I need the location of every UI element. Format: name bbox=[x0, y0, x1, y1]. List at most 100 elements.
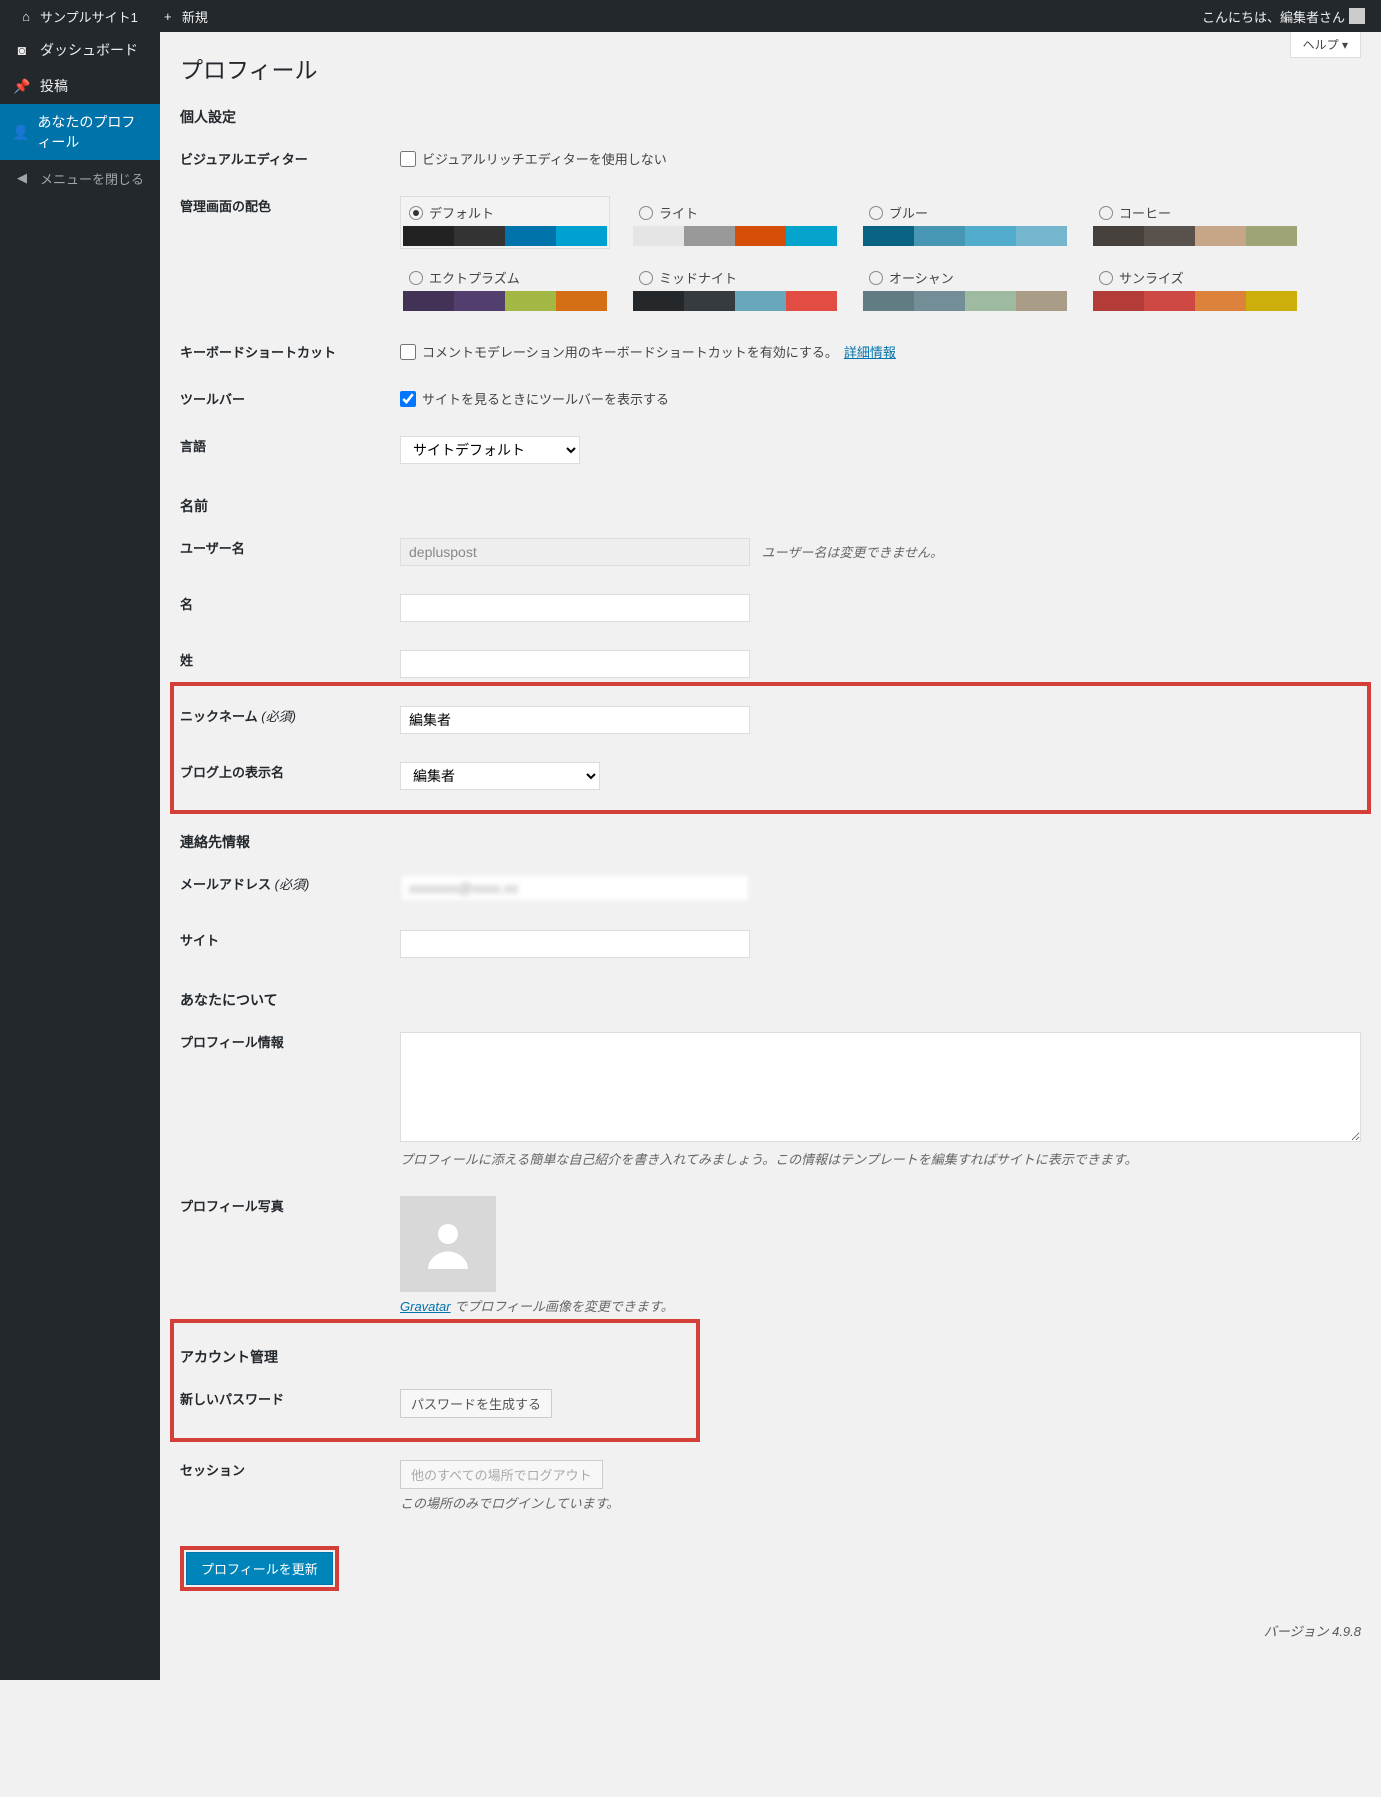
label-display-name: ブログ上の表示名 bbox=[180, 762, 400, 781]
bio-desc: プロフィールに添える簡単な自己紹介を書き入れてみましょう。この情報はテンプレート… bbox=[400, 1149, 1361, 1168]
label-nickname: ニックネーム (必須) bbox=[180, 706, 400, 725]
label-color-scheme: 管理画面の配色 bbox=[180, 196, 400, 215]
color-scheme-option[interactable]: コーヒー bbox=[1090, 196, 1300, 249]
label-language: 言語 bbox=[180, 436, 400, 455]
sessions-desc: この場所のみでログインしています。 bbox=[400, 1493, 1361, 1512]
visual-editor-check-label: ビジュアルリッチエディターを使用しない bbox=[422, 149, 667, 168]
photo-desc: でプロフィール画像を変更できます。 bbox=[451, 1299, 674, 1314]
scheme-label: デフォルト bbox=[429, 203, 494, 222]
color-scheme-option[interactable]: デフォルト bbox=[400, 196, 610, 249]
color-scheme-option[interactable]: ライト bbox=[630, 196, 840, 249]
color-swatch bbox=[863, 226, 1067, 246]
language-select[interactable]: サイトデフォルト bbox=[400, 436, 580, 464]
profile-avatar bbox=[400, 1196, 496, 1292]
home-icon: ⌂ bbox=[16, 6, 36, 26]
username-desc: ユーザー名は変更できません。 bbox=[762, 545, 943, 560]
color-swatch bbox=[403, 226, 607, 246]
scheme-label: コーヒー bbox=[1119, 203, 1171, 222]
bio-textarea[interactable] bbox=[400, 1032, 1361, 1142]
section-account: アカウント管理 bbox=[180, 1347, 690, 1367]
radio-icon bbox=[639, 206, 653, 220]
page-title: プロフィール bbox=[180, 42, 1361, 89]
website-input[interactable] bbox=[400, 930, 750, 958]
radio-icon bbox=[409, 271, 423, 285]
user-icon: 👤 bbox=[12, 122, 29, 142]
color-scheme-option[interactable]: ミッドナイト bbox=[630, 261, 840, 314]
menu-dashboard[interactable]: ◙ダッシュボード bbox=[0, 32, 160, 68]
gravatar-link[interactable]: Gravatar bbox=[400, 1299, 451, 1314]
email-input[interactable] bbox=[400, 874, 750, 902]
site-link[interactable]: ⌂サンプルサイト1 bbox=[8, 6, 146, 26]
scheme-label: オーシャン bbox=[889, 268, 954, 287]
color-swatch bbox=[1093, 226, 1297, 246]
username-input bbox=[400, 538, 750, 566]
highlight-account: アカウント管理 新しいパスワード パスワードを生成する bbox=[170, 1319, 700, 1442]
label-first-name: 名 bbox=[180, 594, 400, 613]
section-name: 名前 bbox=[180, 496, 1361, 516]
help-tab[interactable]: ヘルプ ▾ bbox=[1290, 32, 1361, 58]
menu-profile[interactable]: 👤あなたのプロフィール bbox=[0, 104, 160, 160]
keyboard-checkbox[interactable] bbox=[400, 344, 416, 360]
color-swatch bbox=[403, 291, 607, 311]
keyboard-more-link[interactable]: 詳細情報 bbox=[844, 342, 896, 361]
color-swatch bbox=[863, 291, 1067, 311]
keyboard-check-label: コメントモデレーション用のキーボードショートカットを有効にする。 bbox=[422, 342, 838, 361]
radio-icon bbox=[869, 271, 883, 285]
visual-editor-checkbox[interactable] bbox=[400, 151, 416, 167]
color-schemes: デフォルト ライト ブルー コーヒーエクトプラズム ミッドナイト オーシャン サンライズ bbox=[400, 196, 1361, 314]
color-scheme-option[interactable]: ブルー bbox=[860, 196, 1070, 249]
label-website: サイト bbox=[180, 930, 400, 949]
display-name-select[interactable]: 編集者 bbox=[400, 762, 600, 790]
scheme-label: エクトプラズム bbox=[429, 268, 520, 287]
radio-icon bbox=[639, 271, 653, 285]
label-username: ユーザー名 bbox=[180, 538, 400, 557]
plus-icon: + bbox=[158, 6, 178, 26]
admin-sidebar: ◙ダッシュボード 📌投稿 👤あなたのプロフィール ◀メニューを閉じる bbox=[0, 32, 160, 1680]
label-bio: プロフィール情報 bbox=[180, 1032, 400, 1051]
logout-everywhere-button: 他のすべての場所でログアウト bbox=[400, 1460, 603, 1489]
dashboard-icon: ◙ bbox=[12, 40, 32, 60]
admin-bar: ⌂サンプルサイト1 +新規 こんにちは、編集者さん bbox=[0, 0, 1381, 32]
section-contact: 連絡先情報 bbox=[180, 832, 1361, 852]
update-profile-button[interactable]: プロフィールを更新 bbox=[186, 1552, 333, 1585]
scheme-label: サンライズ bbox=[1119, 268, 1184, 287]
scheme-label: ライト bbox=[659, 203, 698, 222]
color-scheme-option[interactable]: オーシャン bbox=[860, 261, 1070, 314]
radio-icon bbox=[1099, 271, 1113, 285]
generate-password-button[interactable]: パスワードを生成する bbox=[400, 1389, 552, 1418]
main-content: ヘルプ ▾ プロフィール 個人設定 ビジュアルエディター ビジュアルリッチエディ… bbox=[160, 32, 1381, 1680]
label-visual-editor: ビジュアルエディター bbox=[180, 149, 400, 168]
label-keyboard: キーボードショートカット bbox=[180, 342, 400, 361]
label-photo: プロフィール写真 bbox=[180, 1196, 400, 1215]
last-name-input[interactable] bbox=[400, 650, 750, 678]
section-about: あなたについて bbox=[180, 990, 1361, 1010]
color-scheme-option[interactable]: エクトプラズム bbox=[400, 261, 610, 314]
first-name-input[interactable] bbox=[400, 594, 750, 622]
avatar-icon bbox=[1349, 8, 1365, 24]
pin-icon: 📌 bbox=[12, 76, 32, 96]
toolbar-checkbox[interactable] bbox=[400, 391, 416, 407]
section-personal: 個人設定 bbox=[180, 107, 1361, 127]
radio-icon bbox=[409, 206, 423, 220]
nickname-input[interactable] bbox=[400, 706, 750, 734]
version-footer: バージョン 4.9.8 bbox=[180, 1591, 1361, 1640]
menu-posts[interactable]: 📌投稿 bbox=[0, 68, 160, 104]
color-swatch bbox=[633, 291, 837, 311]
highlight-nickname-display: ニックネーム (必須) ブログ上の表示名 編集者 bbox=[170, 682, 1371, 814]
color-swatch bbox=[633, 226, 837, 246]
label-email: メールアドレス (必須) bbox=[180, 874, 400, 893]
radio-icon bbox=[1099, 206, 1113, 220]
collapse-icon: ◀ bbox=[12, 168, 32, 188]
menu-collapse[interactable]: ◀メニューを閉じる bbox=[0, 160, 160, 196]
scheme-label: ブルー bbox=[889, 203, 928, 222]
color-swatch bbox=[1093, 291, 1297, 311]
radio-icon bbox=[869, 206, 883, 220]
label-last-name: 姓 bbox=[180, 650, 400, 669]
toolbar-check-label: サイトを見るときにツールバーを表示する bbox=[422, 389, 669, 408]
label-toolbar: ツールバー bbox=[180, 389, 400, 408]
new-link[interactable]: +新規 bbox=[150, 6, 216, 26]
color-scheme-option[interactable]: サンライズ bbox=[1090, 261, 1300, 314]
scheme-label: ミッドナイト bbox=[659, 268, 737, 287]
highlight-submit: プロフィールを更新 bbox=[180, 1546, 339, 1591]
greeting[interactable]: こんにちは、編集者さん bbox=[1194, 7, 1373, 26]
